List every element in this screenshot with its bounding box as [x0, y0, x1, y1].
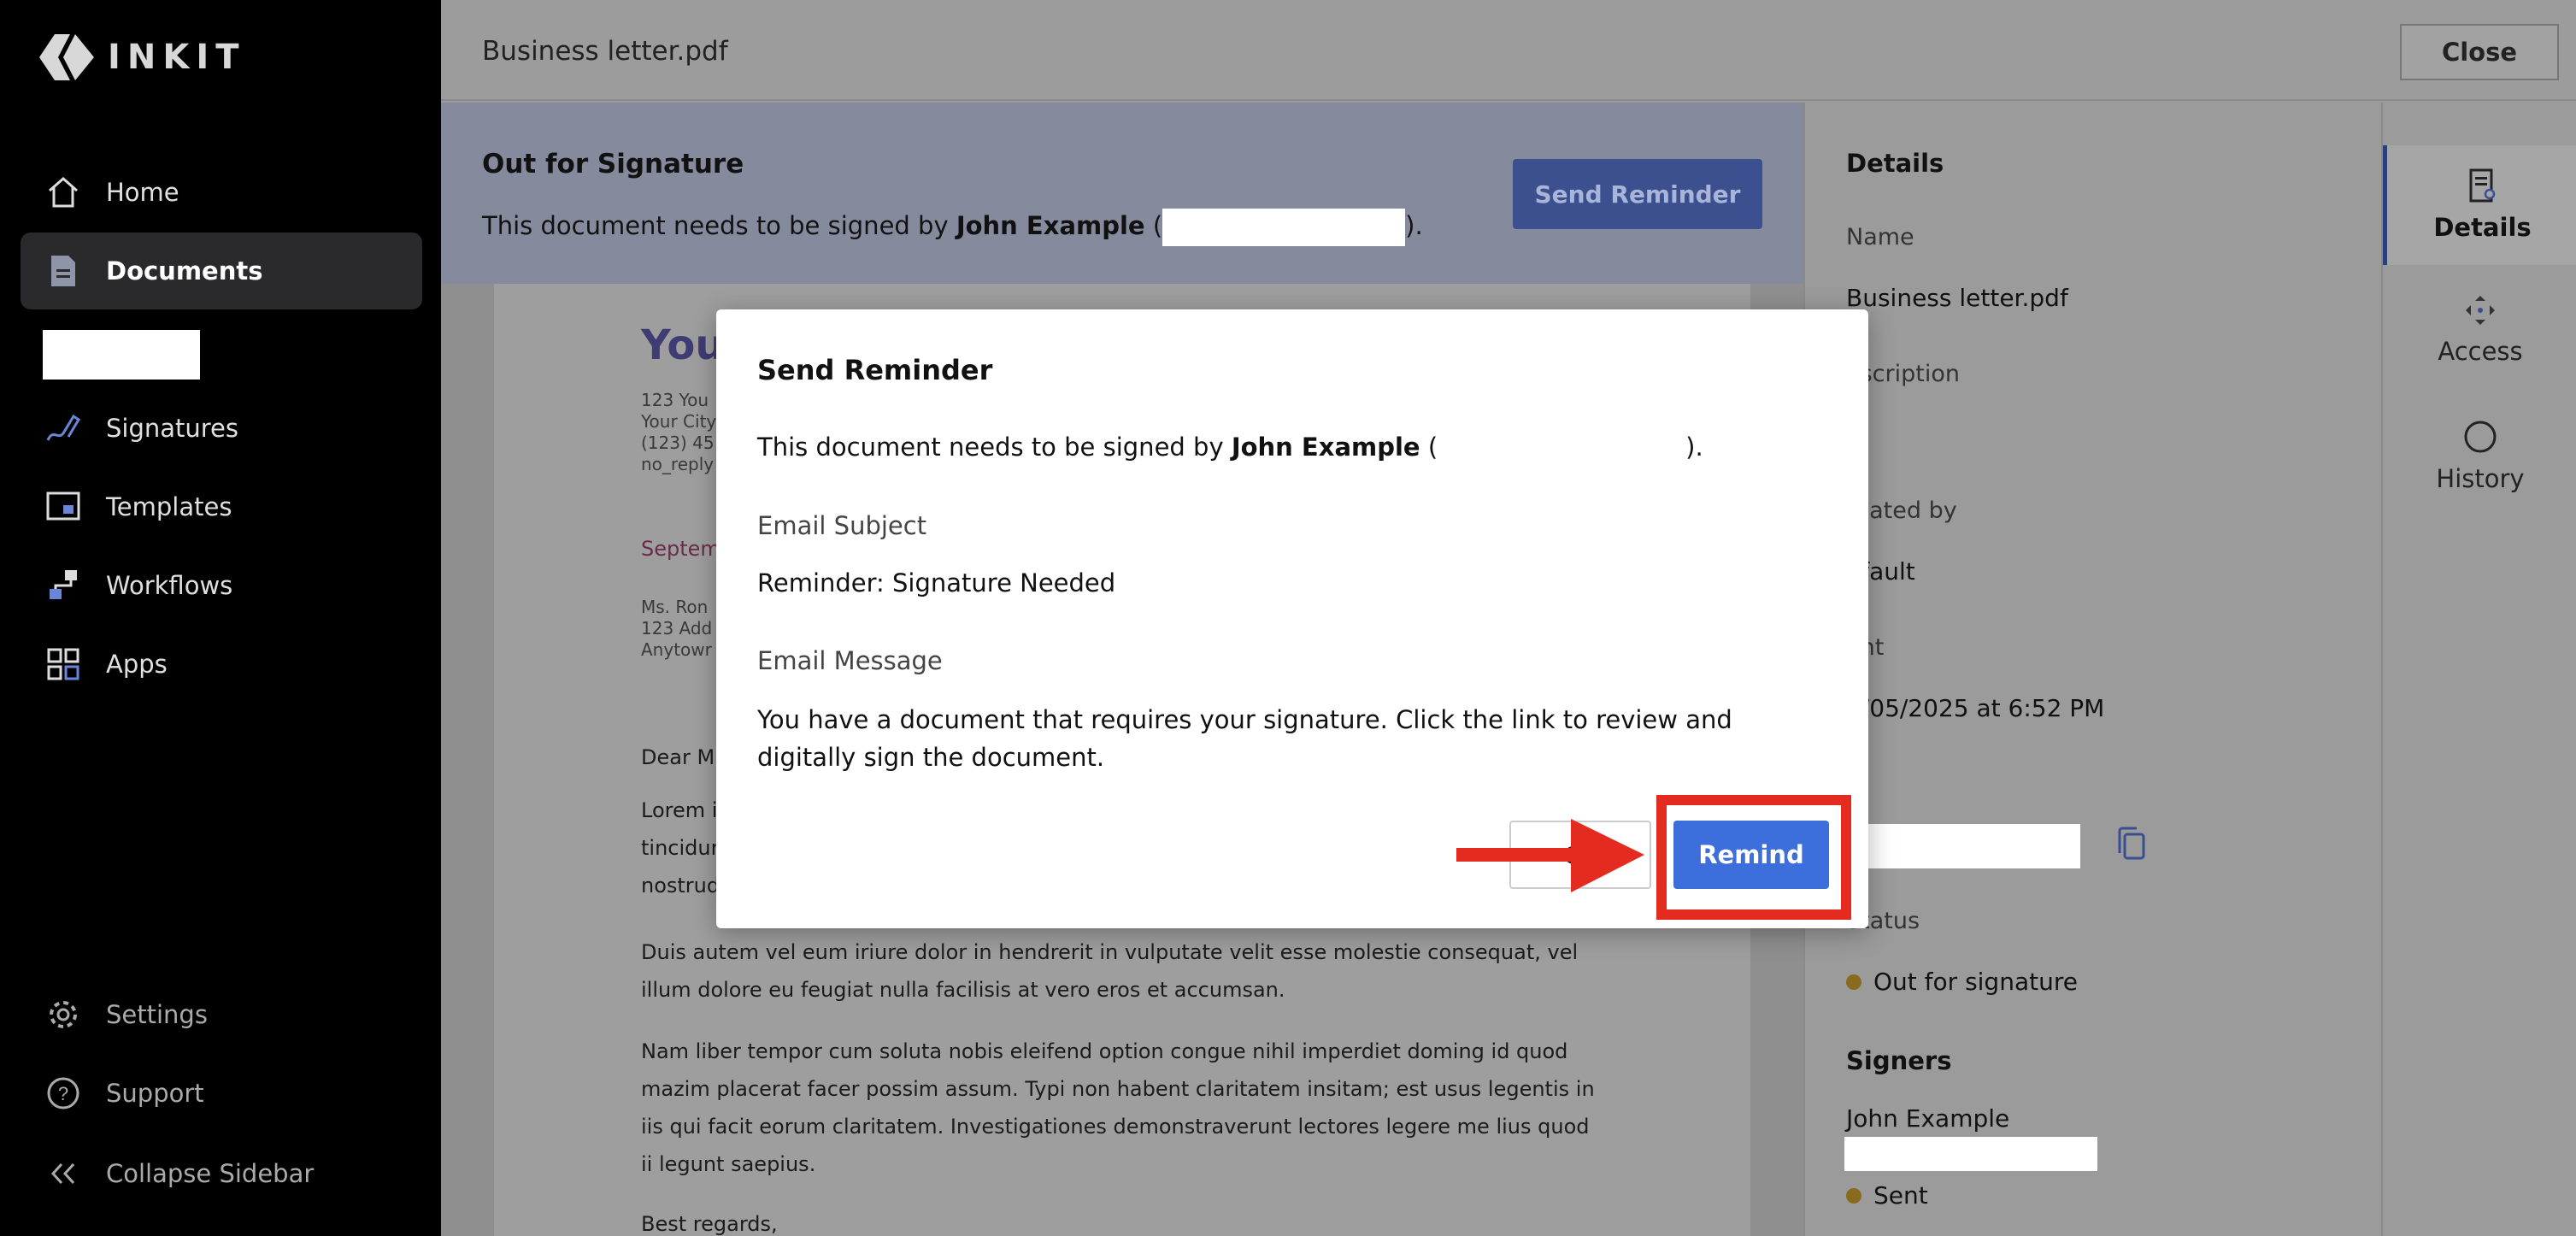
sidebar-item-documents[interactable]: Documents — [21, 232, 422, 309]
redacted-email — [1162, 209, 1406, 246]
sidebar-item-signatures[interactable]: Signatures — [21, 390, 422, 467]
sidebar-item-templates[interactable]: Templates — [21, 468, 422, 545]
redacted-id — [1867, 824, 2080, 868]
top-bar: Business letter.pdf Close — [441, 0, 2576, 101]
help-icon: ? — [44, 1074, 82, 1112]
sidebar-item-apps[interactable]: Apps — [21, 626, 422, 703]
template-icon — [44, 488, 82, 526]
tab-label: History — [2436, 464, 2525, 493]
sidebar-item-label: Collapse Sidebar — [106, 1159, 315, 1188]
tab-details[interactable]: Details — [2383, 145, 2576, 265]
status-value: Out for signature — [1846, 968, 2078, 996]
recipient-address: Ms. Ron 123 Add Anytowr — [641, 597, 712, 661]
banner-open-paren: ( — [1144, 211, 1163, 240]
dialog-title: Send Reminder — [757, 354, 993, 386]
sidebar-item-label: Apps — [106, 650, 168, 679]
workflow-icon — [44, 567, 82, 604]
close-button[interactable]: Close — [2400, 24, 2559, 80]
sidebar-item-home[interactable]: Home — [21, 154, 422, 231]
sender-address: 123 You Your City (123) 45 no_reply — [641, 390, 716, 475]
sidebar-item-settings[interactable]: Settings — [21, 976, 422, 1053]
sent-value: 7/05/2025 at 6:52 PM — [1846, 694, 2105, 722]
sidebar-item-label: Settings — [106, 1000, 208, 1029]
sidebar-item-label: Documents — [106, 256, 263, 285]
tab-label: Details — [2433, 213, 2532, 242]
address-line: Anytowr — [641, 639, 712, 660]
signers-heading: Signers — [1846, 1046, 1952, 1075]
document-icon — [44, 252, 82, 290]
send-reminder-button[interactable]: Send Reminder — [1513, 159, 1762, 229]
paragraph-3: Nam liber tempor cum soluta nobis eleife… — [641, 1039, 1595, 1176]
address-line: Your City — [641, 411, 717, 432]
sidebar-item-label: Home — [106, 178, 179, 207]
dialog-text: This document needs to be signed by John… — [757, 433, 1703, 462]
banner-close-paren: ). — [1405, 211, 1423, 240]
collapse-sidebar-button[interactable]: Collapse Sidebar — [21, 1135, 422, 1212]
dialog-signer-name: John Example — [1231, 433, 1420, 462]
page-title: Business letter.pdf — [482, 36, 728, 67]
details-panel: Details Name Business letter.pdf escript… — [1803, 103, 2381, 1236]
letter-date: Septem — [641, 537, 720, 561]
dialog-close-paren: ). — [1685, 433, 1703, 462]
signer-status: Sent — [1846, 1181, 1928, 1210]
address-line: no_reply — [641, 454, 715, 474]
redacted-block — [43, 330, 200, 380]
signer-status-text: Sent — [1873, 1181, 1928, 1210]
sidebar-item-label: Templates — [106, 492, 232, 521]
banner-signer-name: John Example — [956, 211, 1145, 240]
right-nav: Details Access History — [2381, 103, 2576, 1236]
sidebar-item-label: Signatures — [106, 414, 239, 443]
name-value: Business letter.pdf — [1846, 284, 2068, 312]
signature-status-banner: Out for Signature This document needs to… — [441, 103, 1803, 284]
sidebar-item-label: Workflows — [106, 571, 233, 600]
email-subject-label: Email Subject — [757, 511, 927, 540]
send-reminder-dialog: Send Reminder This document needs to be … — [716, 309, 1868, 928]
sidebar: INKIT Home Documents Signatures Template… — [0, 0, 441, 1236]
signer-name: John Example — [1846, 1104, 2010, 1133]
details-icon — [2469, 168, 2495, 203]
dialog-text-prefix: This document needs to be signed by — [757, 433, 1232, 462]
banner-title: Out for Signature — [482, 149, 744, 180]
redacted-email — [1438, 436, 1686, 462]
address-line: (123) 45 — [641, 433, 715, 453]
email-subject-value[interactable]: Reminder: Signature Needed — [757, 564, 1826, 602]
arrow-annotation-icon — [1456, 819, 1644, 892]
gear-icon — [44, 996, 82, 1033]
access-icon — [2466, 296, 2495, 325]
email-message-value[interactable]: You have a document that requires your s… — [757, 701, 1826, 776]
redacted-signer-email — [1844, 1137, 2097, 1171]
address-line: Ms. Ron — [641, 597, 709, 617]
status-text: Out for signature — [1873, 968, 2078, 996]
tab-label: Access — [2438, 337, 2523, 366]
sidebar-item-label: Support — [106, 1079, 204, 1108]
sidebar-item-workflows[interactable]: Workflows — [21, 547, 422, 624]
status-dot-icon — [1846, 1188, 1861, 1204]
closing: Best regards, — [641, 1212, 778, 1236]
signature-icon — [44, 409, 82, 447]
logo-text: INKIT — [108, 38, 246, 77]
apps-icon — [44, 645, 82, 683]
dialog-open-paren: ( — [1420, 433, 1438, 462]
sidebar-item-support[interactable]: ? Support — [21, 1055, 422, 1132]
svg-text:?: ? — [58, 1083, 68, 1104]
copy-icon[interactable] — [2114, 826, 2149, 863]
history-icon — [2464, 421, 2497, 453]
status-dot-icon — [1846, 974, 1861, 990]
address-line: 123 Add — [641, 618, 713, 639]
details-title: Details — [1846, 149, 1944, 178]
name-label: Name — [1846, 224, 1914, 250]
banner-text: This document needs to be signed by John… — [482, 209, 1423, 246]
paragraph-2: Duis autem vel eum iriure dolor in hendr… — [641, 940, 1579, 1002]
banner-text-prefix: This document needs to be signed by — [482, 211, 956, 240]
tab-history[interactable]: History — [2383, 397, 2576, 516]
tab-access[interactable]: Access — [2383, 270, 2576, 390]
email-message-label: Email Message — [757, 646, 943, 675]
address-line: 123 You — [641, 390, 709, 410]
home-icon — [44, 174, 82, 211]
highlight-annotation — [1656, 795, 1851, 920]
double-chevron-left-icon — [44, 1155, 82, 1192]
inkit-logo[interactable]: INKIT — [39, 34, 246, 80]
inkit-logo-icon — [39, 34, 94, 80]
